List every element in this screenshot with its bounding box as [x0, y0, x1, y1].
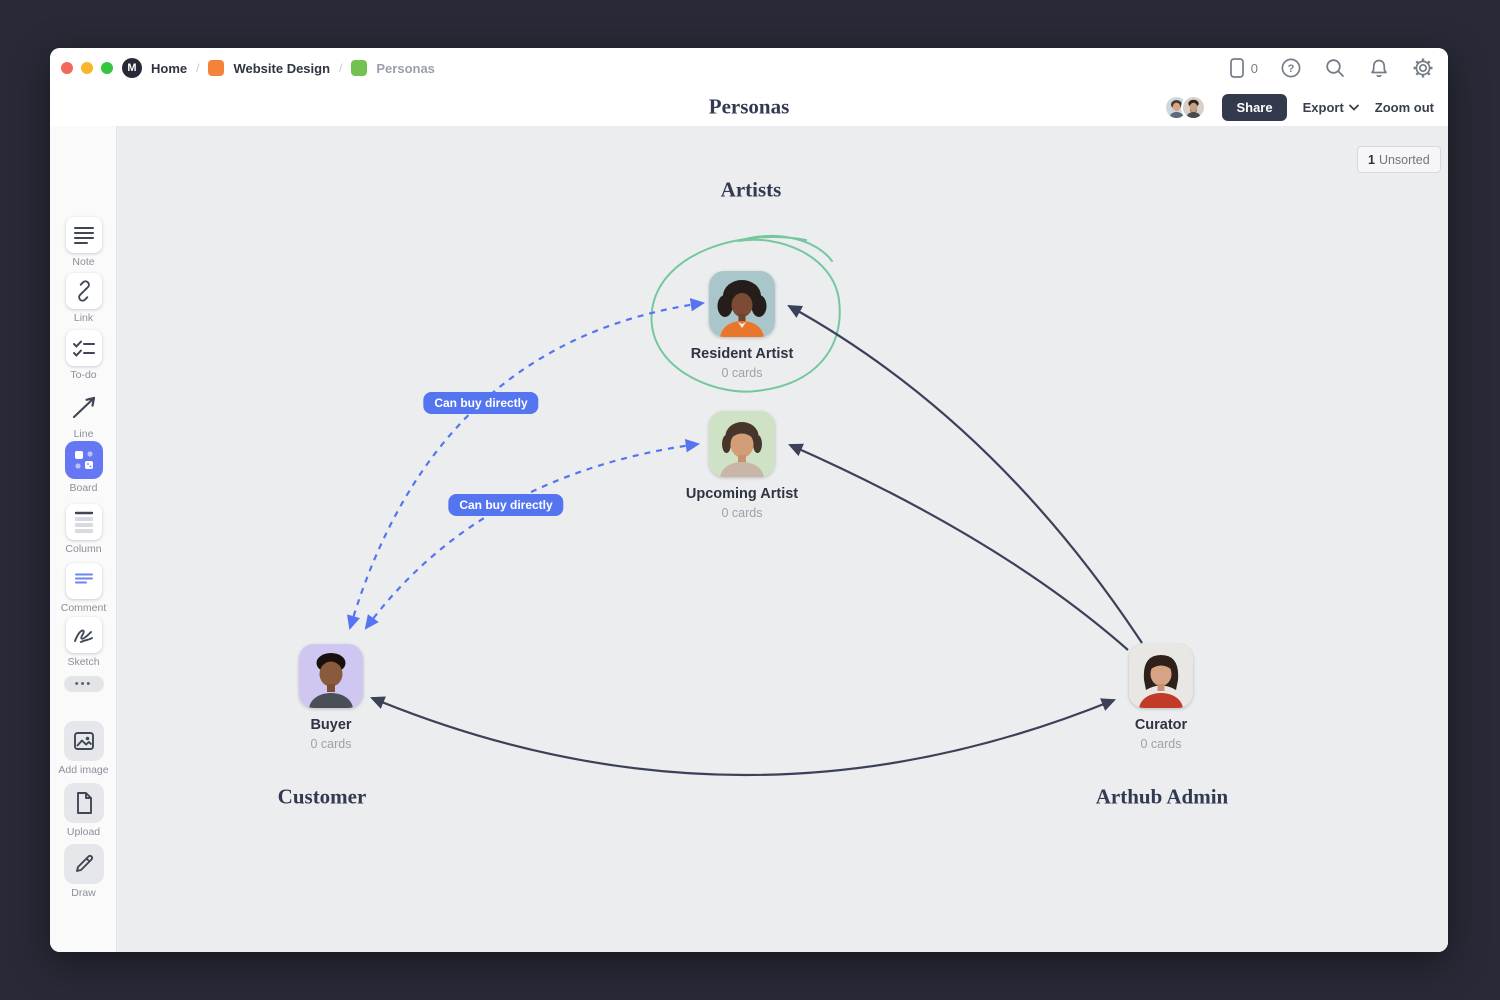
group-title-artists[interactable]: Artists [721, 178, 782, 203]
app-window: M Home / Website Design / Personas 0 ? [50, 48, 1448, 952]
edge-buyer-curator [372, 698, 1114, 775]
persona-card-upcoming-artist[interactable]: Upcoming Artist 0 cards [667, 411, 817, 520]
persona-card-count: 0 cards [1141, 737, 1182, 751]
edge-curator-upcoming-artist [790, 445, 1128, 650]
persona-name: Upcoming Artist [686, 486, 798, 502]
persona-card-buyer[interactable]: Buyer 0 cards [256, 644, 406, 751]
buyer-avatar [299, 644, 363, 708]
persona-name: Curator [1135, 717, 1187, 733]
resident-artist-avatar [709, 271, 775, 337]
edge-label-can-buy-directly[interactable]: Can buy directly [448, 494, 563, 516]
persona-card-count: 0 cards [311, 737, 352, 751]
persona-name: Resident Artist [691, 346, 794, 362]
board-layer: 1 Unsorted Artists Customer Arthub Admin… [50, 48, 1448, 952]
persona-card-count: 0 cards [722, 506, 763, 520]
curator-avatar [1129, 644, 1193, 708]
edge-buyer-resident-artist [350, 303, 703, 628]
persona-card-curator[interactable]: Curator 0 cards [1086, 644, 1236, 751]
edge-curator-resident-artist [789, 306, 1142, 643]
persona-name: Buyer [310, 717, 351, 733]
edge-buyer-upcoming-artist [366, 444, 698, 628]
group-title-arthub-admin[interactable]: Arthub Admin [1096, 785, 1228, 810]
persona-card-count: 0 cards [722, 366, 763, 380]
persona-card-resident-artist[interactable]: Resident Artist 0 cards [667, 271, 817, 380]
unsorted-badge[interactable]: 1 Unsorted [1357, 146, 1441, 173]
edge-label-can-buy-directly[interactable]: Can buy directly [423, 392, 538, 414]
upcoming-artist-avatar [709, 411, 775, 477]
group-title-customer[interactable]: Customer [278, 785, 367, 810]
